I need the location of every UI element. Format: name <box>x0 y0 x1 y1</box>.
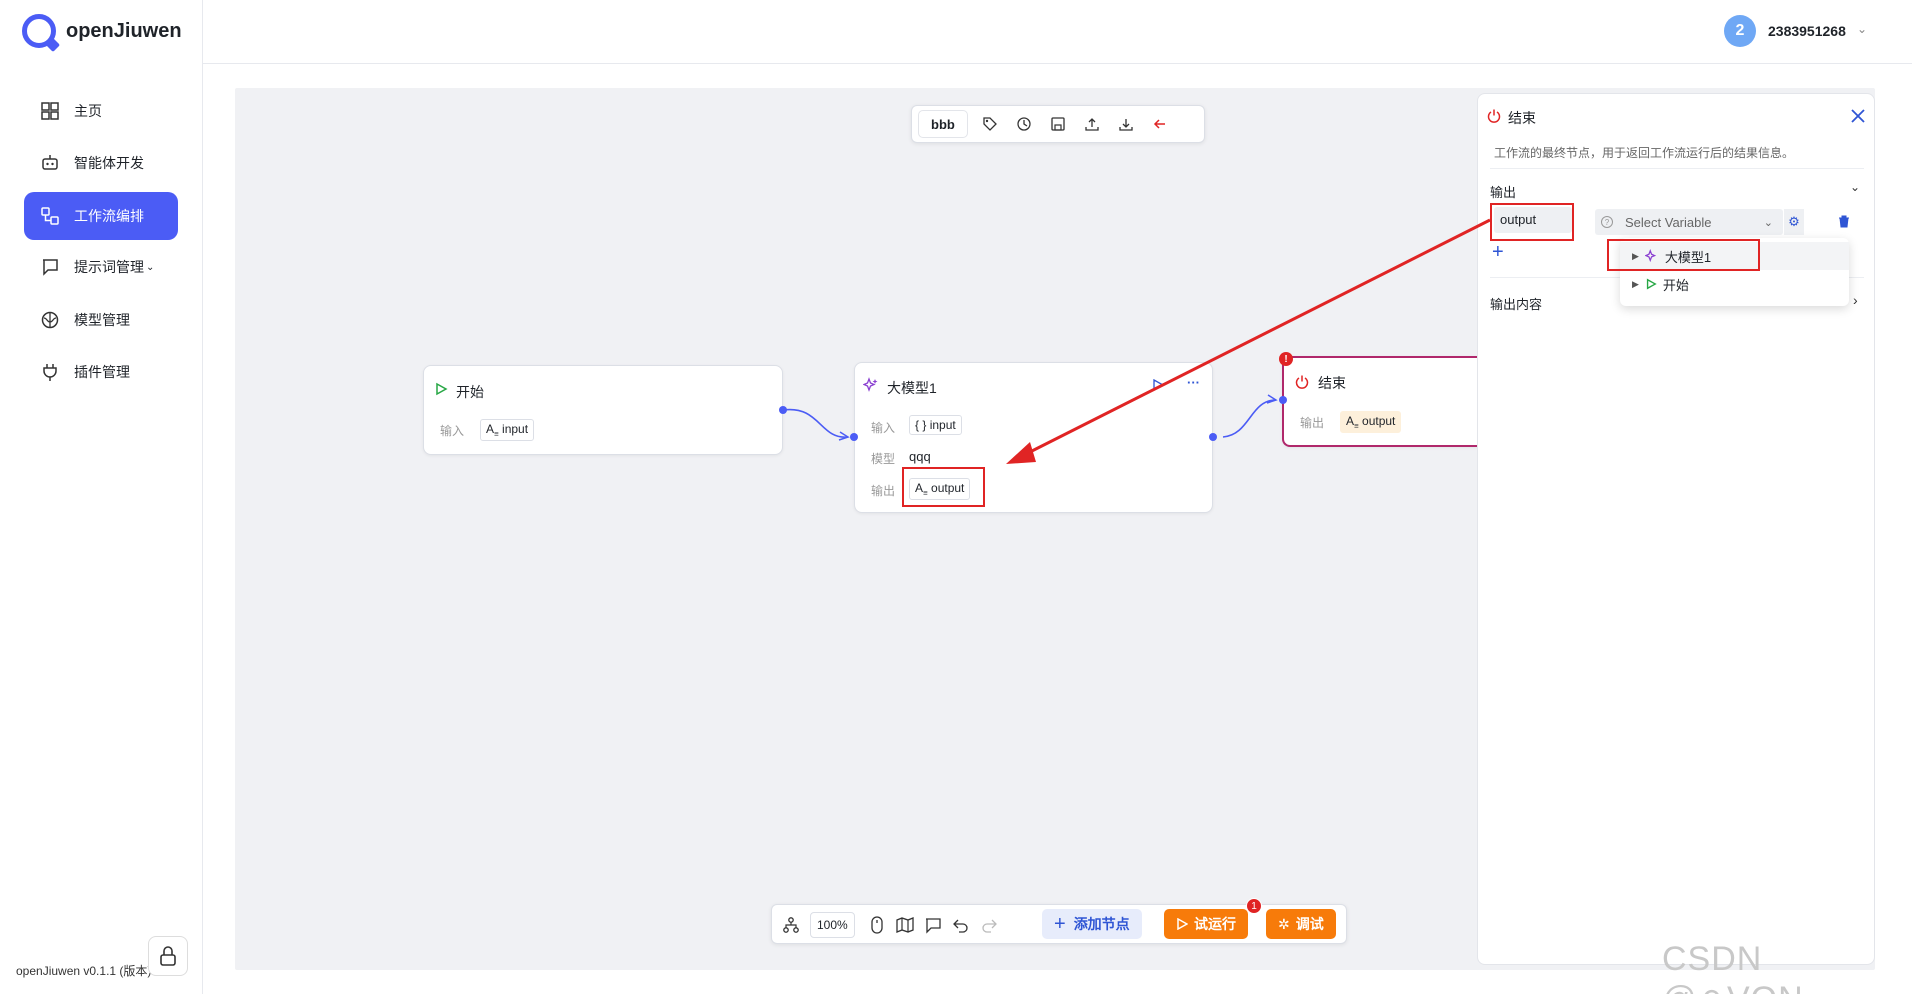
annotation-arrow <box>1006 218 1491 464</box>
arrow-head <box>1006 442 1036 464</box>
app-root: { "app": {"name": "openJiuwen", "version… <box>0 0 1912 994</box>
watermark: CSDN @⚪VON <box>1662 940 1803 994</box>
arrow-line <box>1021 218 1491 458</box>
